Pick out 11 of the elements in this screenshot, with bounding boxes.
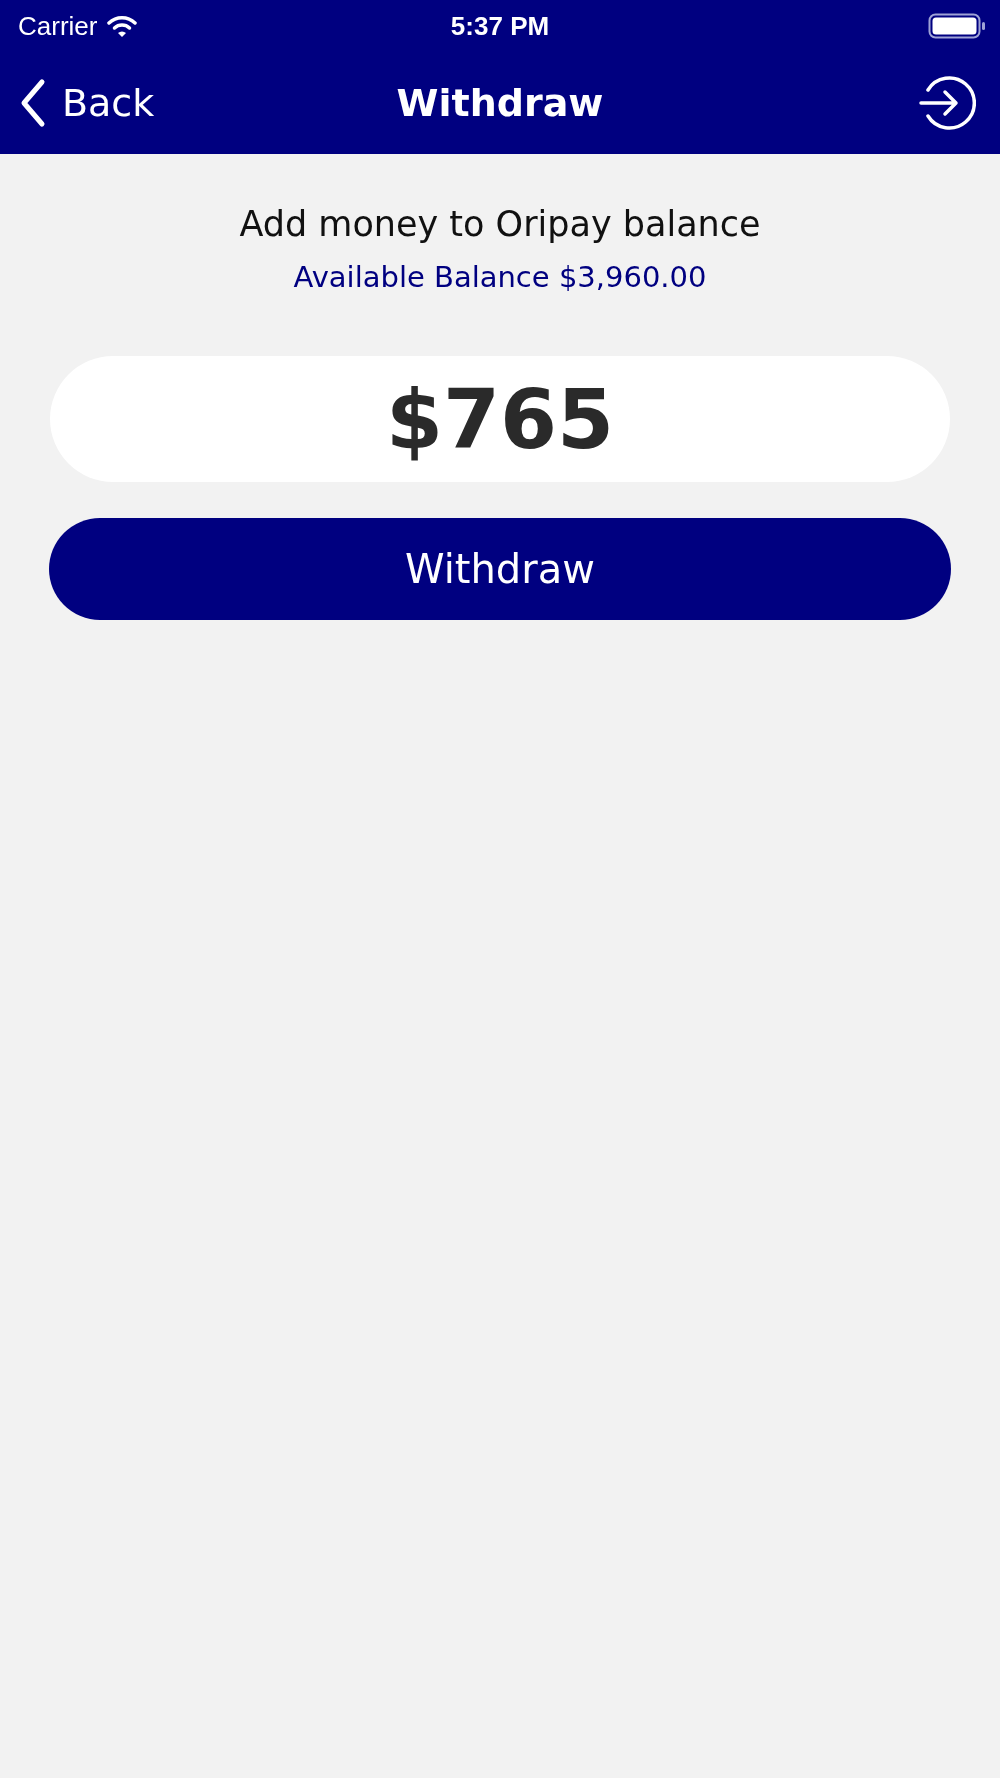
status-time: 5:37 PM — [450, 10, 550, 42]
wifi-icon — [107, 14, 138, 38]
section-heading: Add money to Oripay balance — [239, 204, 761, 244]
carrier-name: Carrier — [18, 10, 98, 42]
withdraw-button[interactable]: Withdraw — [49, 518, 951, 620]
back-button[interactable]: Back — [18, 78, 155, 128]
logout-icon[interactable] — [916, 73, 976, 133]
amount-field[interactable]: $765 — [50, 356, 950, 482]
available-balance: Available Balance $3,960.00 — [293, 260, 707, 294]
page-title: Withdraw — [396, 81, 604, 125]
battery-icon — [928, 13, 986, 39]
